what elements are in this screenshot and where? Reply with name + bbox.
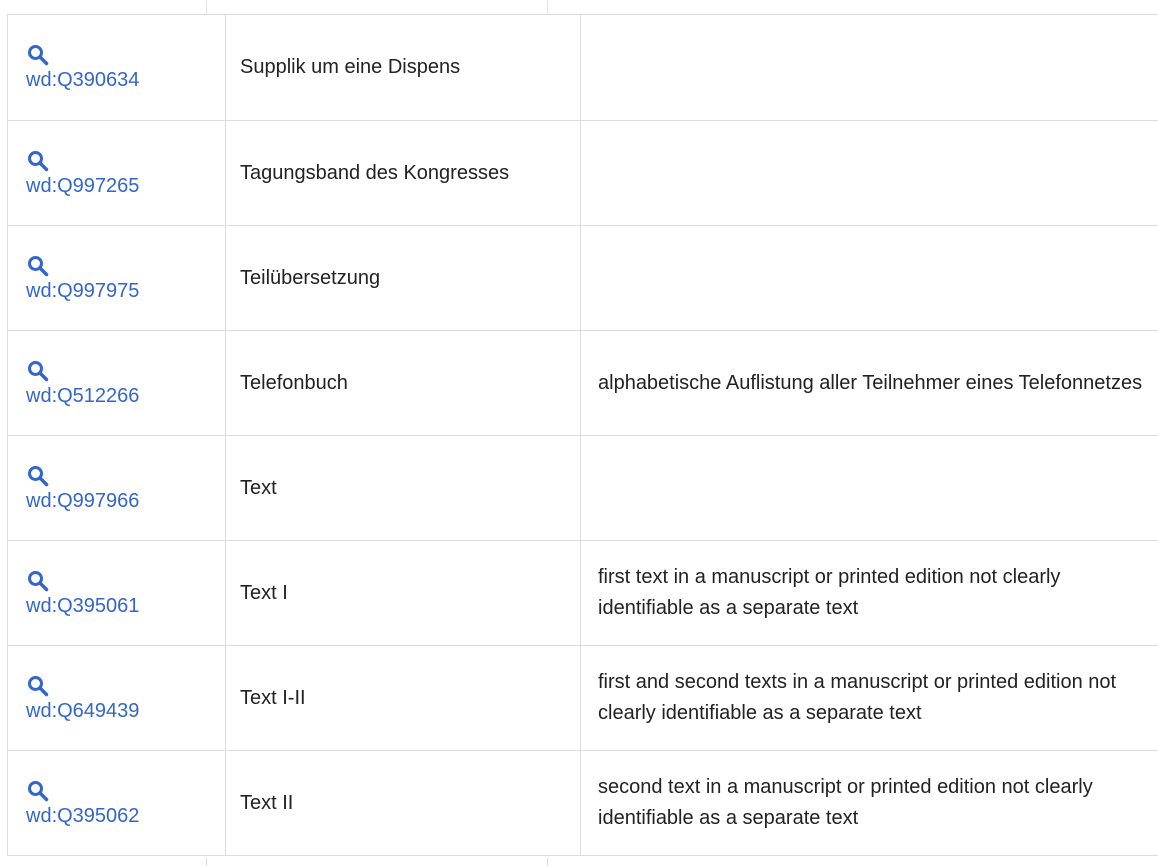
entity-link[interactable]: wd:Q997265 <box>26 172 225 200</box>
id-cell: wd:Q395061 <box>7 540 226 646</box>
column-divider <box>206 858 207 866</box>
table-row: wd:Q512266 Telefonbuch alphabetische Auf… <box>7 330 1158 436</box>
column-divider <box>206 0 207 14</box>
description-cell: first text in a manuscript or printed ed… <box>580 540 1158 646</box>
column-divider <box>547 0 548 14</box>
table-row: wd:Q390634 Supplik um eine Dispens <box>7 14 1158 121</box>
table-row: wd:Q649439 Text I-II first and second te… <box>7 645 1158 751</box>
label-cell: Tagungsband des Kongresses <box>225 120 581 226</box>
label-cell: Supplik um eine Dispens <box>225 14 581 121</box>
search-icon[interactable] <box>27 360 49 382</box>
table-row: wd:Q395061 Text I first text in a manusc… <box>7 540 1158 646</box>
entity-link[interactable]: wd:Q649439 <box>26 697 225 725</box>
entity-link[interactable]: wd:Q395062 <box>26 802 225 830</box>
id-cell: wd:Q997966 <box>7 435 226 541</box>
table-row: wd:Q997975 Teilübersetzung <box>7 225 1158 331</box>
id-cell: wd:Q997975 <box>7 225 226 331</box>
search-icon[interactable] <box>27 150 49 172</box>
results-view: wd:Q390634 Supplik um eine Dispens wd:Q9… <box>0 0 1158 866</box>
results-table: wd:Q390634 Supplik um eine Dispens wd:Q9… <box>7 14 1158 856</box>
description-cell <box>580 225 1158 331</box>
search-icon[interactable] <box>27 570 49 592</box>
id-cell: wd:Q395062 <box>7 750 226 856</box>
id-cell: wd:Q390634 <box>7 14 226 121</box>
entity-link[interactable]: wd:Q997966 <box>26 487 225 515</box>
description-cell: alphabetische Auflistung aller Teilnehme… <box>580 330 1158 436</box>
description-cell <box>580 120 1158 226</box>
search-icon[interactable] <box>27 44 49 66</box>
entity-link[interactable]: wd:Q395061 <box>26 592 225 620</box>
table-row: wd:Q997265 Tagungsband des Kongresses <box>7 120 1158 226</box>
column-divider <box>547 858 548 866</box>
entity-link[interactable]: wd:Q997975 <box>26 277 225 305</box>
label-cell: Text I <box>225 540 581 646</box>
table-row: wd:Q997966 Text <box>7 435 1158 541</box>
description-cell <box>580 435 1158 541</box>
search-icon[interactable] <box>27 675 49 697</box>
id-cell: wd:Q512266 <box>7 330 226 436</box>
label-cell: Teilübersetzung <box>225 225 581 331</box>
description-cell: first and second texts in a manuscript o… <box>580 645 1158 751</box>
search-icon[interactable] <box>27 255 49 277</box>
description-cell <box>580 14 1158 121</box>
id-cell: wd:Q649439 <box>7 645 226 751</box>
label-cell: Text I-II <box>225 645 581 751</box>
entity-link[interactable]: wd:Q390634 <box>26 66 225 94</box>
label-cell: Telefonbuch <box>225 330 581 436</box>
search-icon[interactable] <box>27 465 49 487</box>
entity-link[interactable]: wd:Q512266 <box>26 382 225 410</box>
table-row: wd:Q395062 Text II second text in a manu… <box>7 750 1158 856</box>
label-cell: Text <box>225 435 581 541</box>
description-cell: second text in a manuscript or printed e… <box>580 750 1158 856</box>
search-icon[interactable] <box>27 780 49 802</box>
label-cell: Text II <box>225 750 581 856</box>
id-cell: wd:Q997265 <box>7 120 226 226</box>
